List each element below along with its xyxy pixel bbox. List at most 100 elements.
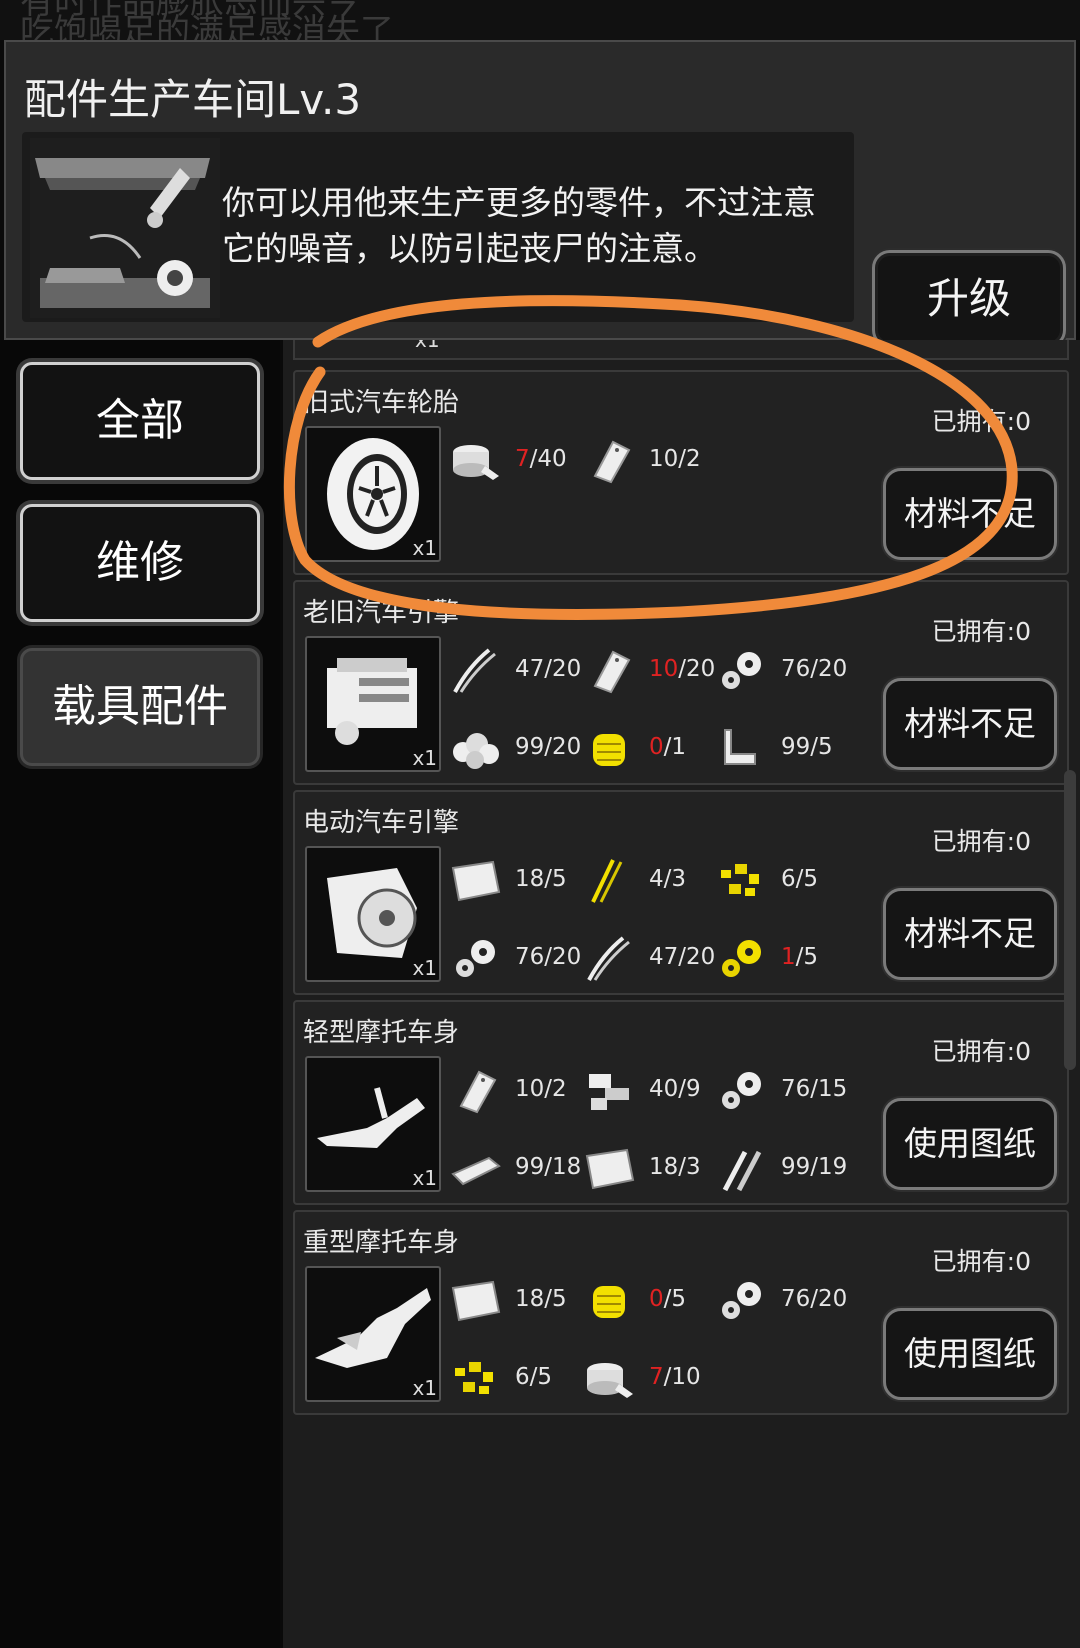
material-have: 18 (649, 1154, 679, 1180)
material-need: /3 (678, 1154, 701, 1180)
material-need: /9 (678, 1076, 701, 1102)
material-requirement: 18/3 (583, 1144, 713, 1194)
material-have: 99 (515, 734, 545, 760)
material-need: /5 (544, 866, 567, 892)
material-need: /5 (544, 1286, 567, 1312)
craft-button[interactable]: 材料不足 (883, 678, 1057, 770)
material-count: 76/20 (515, 944, 581, 970)
light-motorcycle-frame-icon[interactable]: x1 (305, 1056, 441, 1192)
workshop-header: 配件生产车间Lv.3 你可以用他来生产更多的零件，不过注意它的噪音，以防引起丧尸… (4, 40, 1076, 348)
metal-plate-icon (583, 436, 637, 486)
metal-bar-icon (449, 1144, 503, 1194)
material-requirement: 0/1 (583, 724, 713, 774)
material-have: 10 (515, 1076, 545, 1102)
material-requirement: 47/20 (449, 646, 581, 696)
sheet-metal-icon (449, 856, 503, 906)
yellow-scrap-icon (715, 856, 769, 906)
material-count: 0/1 (649, 734, 686, 760)
material-count: 7/40 (515, 446, 567, 472)
material-count: 99/20 (515, 734, 581, 760)
material-have: 0 (649, 734, 664, 760)
crafting-list[interactable]: x1 旧式汽车轮胎 已拥有:0 x1 7/40 10/2 材料不足 老旧汽车引擎 已拥有:0 x… (283, 340, 1080, 1648)
material-need: /5 (663, 1286, 687, 1312)
craft-button[interactable]: 使用图纸 (883, 1098, 1057, 1190)
material-need: /20 (544, 734, 582, 760)
wire-icon (583, 934, 637, 984)
item-owned-count: 已拥有:0 (931, 407, 1031, 436)
craft-button[interactable]: 材料不足 (883, 888, 1057, 980)
screws-icon (715, 1144, 769, 1194)
material-have: 40 (649, 1076, 679, 1102)
item-owned-count: 已拥有:0 (931, 1037, 1031, 1066)
material-requirement: 6/5 (715, 856, 845, 906)
description-box: 你可以用他来生产更多的零件，不过注意它的噪音，以防引起丧尸的注意。 (22, 132, 854, 322)
workshop-illustration (30, 138, 220, 318)
material-need: /20 (810, 1286, 848, 1312)
material-count: 47/20 (649, 944, 715, 970)
rubber-roll-icon (583, 1354, 637, 1404)
material-need: /5 (810, 734, 833, 760)
heavy-motorcycle-frame-icon[interactable]: x1 (305, 1266, 441, 1402)
metal-plate-icon (449, 1066, 503, 1116)
material-have: 76 (515, 944, 545, 970)
list-item: 电动汽车引擎 已拥有:0 x1 18/5 4/3 6/5 76/20 47/20 1/5 材料不足 (293, 790, 1069, 995)
material-count: 18/5 (515, 1286, 567, 1312)
material-requirement: 76/20 (449, 934, 581, 984)
material-count: 76/15 (781, 1076, 847, 1102)
item-owned-count: 已拥有:0 (931, 827, 1031, 856)
upgrade-button[interactable]: 升级 (872, 250, 1066, 348)
yellow-wire-icon (583, 856, 637, 906)
material-count: 76/20 (781, 656, 847, 682)
item-name: 旧式汽车轮胎 (303, 388, 460, 418)
background-dialog-text: 有时作品膨胀恶而兴今 吃饱喝足的满足感消失了 (0, 0, 1080, 40)
background-text-line2: 吃饱喝足的满足感消失了 (20, 12, 394, 40)
material-have: 7 (515, 446, 530, 472)
material-requirement: 99/18 (449, 1144, 581, 1194)
material-have: 76 (781, 1076, 811, 1102)
material-requirement: 99/20 (449, 724, 581, 774)
scrollbar[interactable] (1064, 770, 1076, 1070)
material-requirement: 6/5 (449, 1354, 579, 1404)
gears-icon (715, 646, 769, 696)
material-have: 99 (781, 734, 811, 760)
tire-icon[interactable]: x1 (305, 426, 441, 562)
category-repair[interactable]: 维修 (20, 504, 260, 622)
material-requirement: 40/9 (583, 1066, 713, 1116)
list-item: 旧式汽车轮胎已拥有:0 x1 7/40 10/2 材料不足 (293, 370, 1069, 575)
material-need: /20 (810, 656, 848, 682)
cotton-icon (449, 724, 503, 774)
material-have: 6 (781, 866, 796, 892)
material-requirement: 10/2 (583, 436, 713, 486)
material-requirement: 76/15 (715, 1066, 847, 1116)
material-need: /20 (678, 656, 716, 682)
page-title: 配件生产车间Lv.3 (24, 75, 362, 124)
rubber-roll-icon (449, 436, 503, 486)
material-requirement: 99/5 (715, 724, 845, 774)
material-count: 18/3 (649, 1154, 701, 1180)
material-need: /2 (544, 1076, 567, 1102)
material-requirement: 18/5 (449, 856, 579, 906)
category-all[interactable]: 全部 (20, 362, 260, 480)
item-qty: x1 (412, 536, 437, 560)
material-have: 1 (781, 944, 796, 970)
material-requirement: 7/10 (583, 1354, 713, 1404)
electric-motor-icon[interactable]: x1 (305, 846, 441, 982)
category-vehicle-parts[interactable]: 载具配件 (20, 648, 260, 766)
material-need: /3 (663, 866, 687, 892)
material-need: /15 (810, 1076, 848, 1102)
craft-button[interactable]: 材料不足 (883, 468, 1057, 560)
material-requirement: 76/20 (715, 1276, 848, 1326)
item-qty: x1 (412, 1376, 437, 1400)
craft-button[interactable]: 使用图纸 (883, 1308, 1057, 1400)
material-have: 6 (515, 1364, 530, 1390)
engine-icon[interactable]: x1 (305, 636, 441, 772)
yellow-scrap-icon (449, 1354, 503, 1404)
material-count: 99/18 (515, 1154, 581, 1180)
item-name: 电动汽车引擎 (303, 808, 460, 838)
item-name: 重型摩托车身 (303, 1228, 460, 1258)
yellow-spring-icon (583, 724, 637, 774)
material-have: 7 (649, 1364, 664, 1390)
material-need: /18 (544, 1154, 582, 1180)
material-count: 1/5 (781, 944, 818, 970)
material-need: /20 (544, 944, 582, 970)
